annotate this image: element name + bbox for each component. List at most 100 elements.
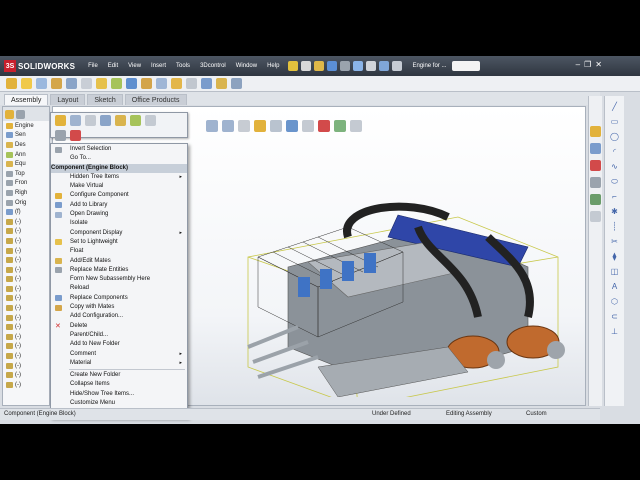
previous-view-icon[interactable] (238, 120, 250, 132)
trim-icon[interactable]: ✂ (611, 237, 618, 247)
feature-tree-tab-icon[interactable] (5, 109, 14, 119)
tab-sketch[interactable]: Sketch (87, 94, 123, 105)
section-view-icon[interactable] (254, 120, 266, 132)
menu-3dcontrol[interactable]: 3Dcontrol (195, 56, 231, 76)
open-folder-icon[interactable] (314, 61, 325, 71)
menu-item-set-to-lightweight[interactable]: Set to Lightweight (51, 238, 187, 247)
tree-item[interactable]: (-) (3, 255, 49, 265)
linear-pattern-icon[interactable] (36, 78, 47, 89)
menu-item-invert-selection[interactable]: Invert Selection (51, 145, 187, 154)
instant3d-icon[interactable] (231, 78, 242, 89)
offset-icon[interactable]: ◫ (611, 267, 619, 277)
hide-components-icon[interactable] (85, 115, 96, 126)
tree-item[interactable]: Engine (3, 121, 49, 131)
menu-item-hide-show-tree-items[interactable]: Hide/Show Tree Items... (51, 390, 187, 399)
custom-properties-icon[interactable] (590, 211, 601, 222)
apply-scene-icon[interactable] (334, 120, 346, 132)
print-icon[interactable] (340, 61, 351, 71)
view-palette-icon[interactable] (590, 177, 601, 188)
tree-item[interactable]: (f) (3, 207, 49, 217)
clearance-icon[interactable] (201, 78, 212, 89)
tab-assembly[interactable]: Assembly (4, 94, 49, 105)
show-hidden-icon[interactable] (81, 78, 92, 89)
tree-item[interactable]: (-) (3, 284, 49, 294)
bill-of-materials-icon[interactable] (141, 78, 152, 89)
assembly-features-icon[interactable] (96, 78, 107, 89)
tree-item[interactable]: Fron (3, 179, 49, 189)
options-icon[interactable] (392, 61, 403, 71)
spline-icon[interactable]: ∿ (611, 162, 618, 172)
menu-item-reload[interactable]: Reload (51, 284, 187, 293)
solidworks-logo[interactable]: 3S SOLIDWORKS (4, 58, 75, 74)
tree-item[interactable]: (-) (3, 351, 49, 361)
edit-part-icon[interactable] (55, 115, 66, 126)
menu-item-component-display[interactable]: Component Display ▸ (51, 229, 187, 238)
menu-item-hidden-tree-items[interactable]: Hidden Tree Items ▸ (51, 173, 187, 182)
change-transparency-icon[interactable] (100, 115, 111, 126)
relations-icon[interactable]: ⊥ (611, 327, 618, 337)
new-document-icon[interactable] (301, 61, 312, 71)
move-component-icon[interactable] (66, 78, 77, 89)
rebuild-icon[interactable] (379, 61, 390, 71)
view-mates-icon[interactable] (115, 115, 126, 126)
menu-item-delete[interactable]: ✕ Delete (51, 322, 187, 331)
tree-item[interactable]: (-) (3, 332, 49, 342)
menu-view[interactable]: View (123, 56, 146, 76)
appearance-icon[interactable] (130, 115, 141, 126)
tree-item[interactable]: Orig (3, 198, 49, 208)
menu-item-open-drawing[interactable]: Open Drawing (51, 210, 187, 219)
edit-appearance-icon[interactable] (318, 120, 330, 132)
search-input[interactable] (452, 61, 481, 71)
point-icon[interactable]: ✱ (611, 207, 618, 217)
rectangle-icon[interactable]: ▭ (611, 117, 619, 127)
open-part-icon[interactable] (70, 115, 81, 126)
menu-item-replace-components[interactable]: Replace Components (51, 294, 187, 303)
menu-help[interactable]: Help (262, 56, 284, 76)
menu-item-parent-child[interactable]: Parent/Child... (51, 331, 187, 340)
tree-item[interactable]: Des (3, 140, 49, 150)
hole-alignment-icon[interactable] (216, 78, 227, 89)
line-icon[interactable]: ╱ (612, 102, 617, 112)
menu-item-add-to-new-folder[interactable]: Add to New Folder (51, 340, 187, 349)
close-icon[interactable]: ✕ (595, 61, 602, 69)
exploded-view-icon[interactable] (156, 78, 167, 89)
undo-icon[interactable] (353, 61, 364, 71)
tree-item[interactable]: (-) (3, 217, 49, 227)
restore-icon[interactable]: ❐ (584, 61, 591, 69)
arc-icon[interactable]: ◜ (613, 147, 616, 157)
tree-item[interactable]: (-) (3, 227, 49, 237)
appearances-icon[interactable] (590, 194, 601, 205)
menu-item-add-edit-mates[interactable]: Add/Edit Mates (51, 257, 187, 266)
menu-insert[interactable]: Insert (146, 56, 171, 76)
zoom-to-area-icon[interactable] (222, 120, 234, 132)
mirror-icon[interactable]: ⧫ (613, 252, 617, 262)
tab-office-products[interactable]: Office Products (124, 94, 187, 105)
tab-layout[interactable]: Layout (50, 94, 86, 105)
menu-item-float[interactable]: Float (51, 247, 187, 256)
component-color-icon[interactable] (70, 130, 81, 141)
tree-item[interactable]: (-) (3, 246, 49, 256)
menu-item-go-to[interactable]: Go To... (51, 154, 187, 163)
save-icon[interactable] (327, 61, 338, 71)
menu-item-configure-component[interactable]: Configure Component (51, 191, 187, 200)
reference-geometry-icon[interactable] (111, 78, 122, 89)
tree-item[interactable]: Equ (3, 159, 49, 169)
tree-item[interactable]: (-) (3, 322, 49, 332)
zoom-to-selection-icon[interactable] (55, 130, 66, 141)
resources-icon[interactable] (590, 126, 601, 137)
insert-components-icon[interactable] (6, 78, 17, 89)
fillet-icon[interactable]: ⌐ (612, 192, 617, 202)
hide-show-items-icon[interactable] (302, 120, 314, 132)
status-units[interactable]: Custom (526, 411, 547, 417)
tree-item[interactable]: (-) (3, 236, 49, 246)
tree-item[interactable]: (-) (3, 303, 49, 313)
menu-item-form-new-subassembly-here[interactable]: Form New Subassembly Here (51, 275, 187, 284)
text-icon[interactable]: A (612, 282, 617, 292)
interference-icon[interactable] (186, 78, 197, 89)
view-settings-icon[interactable] (350, 120, 362, 132)
select-icon[interactable] (366, 61, 377, 71)
display-style-icon[interactable] (286, 120, 298, 132)
menu-item-comment[interactable]: Comment ▸ (51, 350, 187, 359)
file-explorer-icon[interactable] (590, 160, 601, 171)
circle-icon[interactable]: ◯ (610, 132, 619, 142)
